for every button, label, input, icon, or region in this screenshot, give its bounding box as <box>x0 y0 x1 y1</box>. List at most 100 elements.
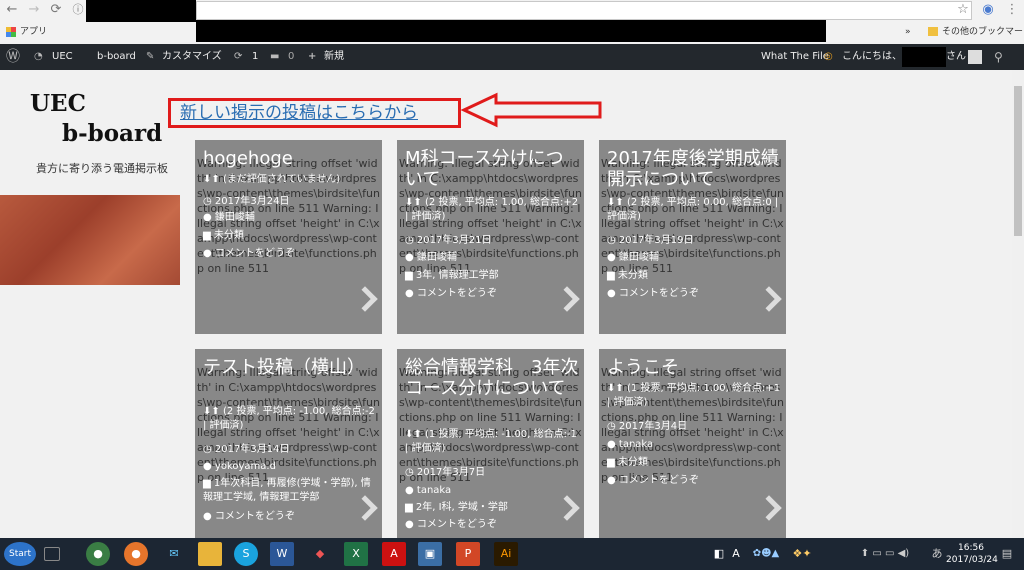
post-card[interactable]: Warning: Illegal string offset 'width' i… <box>599 349 786 538</box>
menu-icon[interactable]: ⋮ <box>1004 2 1020 18</box>
clock-icon: ◷ <box>203 444 215 455</box>
post-card[interactable]: Warning: Illegal string offset 'width' i… <box>195 140 382 334</box>
clock[interactable]: 16:56 2017/03/24 <box>946 542 998 566</box>
admin-site-link[interactable]: UEC <box>52 44 73 70</box>
comments-count: 0 <box>288 51 295 62</box>
comment-icon: ● <box>203 511 215 522</box>
vote-arrows-icon[interactable]: ⬇⬆ <box>203 173 223 187</box>
post-rating: (2 投票, 平均点: 0.00, 総合点:0 | 評価済) <box>607 197 779 222</box>
post-category[interactable]: 3年, 情報理工学部 <box>416 270 499 281</box>
post-author[interactable]: 鎌田峻輔 <box>417 252 457 263</box>
admin-board-link[interactable]: b-board <box>97 44 136 70</box>
post-card[interactable]: Warning: Illegal string offset 'width' i… <box>397 349 584 538</box>
notification-icon[interactable]: ▤ <box>998 542 1016 566</box>
task-view-icon[interactable] <box>44 547 60 561</box>
post-category[interactable]: 未分類 <box>618 270 648 281</box>
excel-icon[interactable]: X <box>344 542 368 566</box>
post-card[interactable]: Warning: Illegal string offset 'width' i… <box>195 349 382 538</box>
scrollbar[interactable] <box>1012 70 1024 538</box>
explorer-icon[interactable] <box>198 542 222 566</box>
firefox-icon[interactable]: ● <box>124 542 148 566</box>
bookmarks-overflow[interactable]: » <box>905 22 911 42</box>
remote-desktop-icon[interactable]: ▣ <box>418 542 442 566</box>
post-category[interactable]: 未分類 <box>618 457 648 468</box>
greeting[interactable]: こんにちは、 <box>842 44 902 70</box>
vote-arrows-icon[interactable]: ⬇⬆ <box>607 382 627 396</box>
post-author[interactable]: yokoyama.d <box>215 461 276 472</box>
folder-icon: ▆ <box>607 270 618 281</box>
powerpoint-icon[interactable]: P <box>456 542 480 566</box>
scrollbar-thumb[interactable] <box>1014 86 1022 236</box>
customize-link[interactable]: カスタマイズ <box>162 44 222 70</box>
illustrator-icon[interactable]: Ai <box>494 542 518 566</box>
post-category[interactable]: 2年, I科, 学域・学部 <box>416 502 508 513</box>
back-icon[interactable]: ← <box>4 2 20 18</box>
post-comment-link[interactable]: コメントをどうぞ <box>417 519 497 530</box>
chrome-icon[interactable]: ● <box>86 542 110 566</box>
taskbar: Start ● ● ✉ S W ◆ X A ▣ P Ai ◧ A ✿☻▲ ❖✦ … <box>0 538 1024 570</box>
post-author[interactable]: 鎌田峻輔 <box>215 212 255 223</box>
what-the-file-link[interactable]: What The File <box>761 44 829 70</box>
post-title[interactable]: ようこそ <box>607 357 782 378</box>
site-logo-line2[interactable]: b-board <box>62 120 162 147</box>
forward-icon[interactable]: → <box>26 2 42 18</box>
apps-bookmark[interactable]: アプリ <box>20 22 47 42</box>
post-card[interactable]: Warning: Illegal string offset 'width' i… <box>397 140 584 334</box>
avatar[interactable] <box>968 50 982 64</box>
post-title[interactable]: テスト投稿（横山） <box>203 357 378 378</box>
tray-icons-group[interactable]: ✿☻▲ <box>746 542 786 566</box>
vote-arrows-icon[interactable]: ⬇⬆ <box>405 428 425 442</box>
brush-icon: ✎ <box>146 51 155 62</box>
extension-icon[interactable]: ◉ <box>980 2 996 18</box>
word-icon[interactable]: W <box>270 542 294 566</box>
tray-icon-1[interactable]: ◧ <box>712 542 726 566</box>
browser-toolbar: ← → ⟳ ⓘ ☆ ◉ ⋮ <box>0 0 1024 22</box>
search-icon[interactable]: ⚲ <box>994 44 1003 70</box>
post-date: 2017年3月14日 <box>214 444 290 455</box>
post-comment-link[interactable]: コメントをどうぞ <box>417 288 497 299</box>
post-title[interactable]: M科コース分けについて <box>405 148 580 190</box>
chevron-right-icon[interactable] <box>352 286 378 312</box>
comments-icon[interactable]: ▬ <box>270 44 279 70</box>
address-bar[interactable] <box>196 1 972 20</box>
reload-icon[interactable]: ⟳ <box>48 2 64 18</box>
language-indicator[interactable]: あ <box>930 542 944 566</box>
tray-icons-group-2[interactable]: ❖✦ <box>790 542 814 566</box>
post-author[interactable]: tanaka <box>619 439 653 450</box>
acrobat-icon[interactable]: A <box>382 542 406 566</box>
comment-icon: ● <box>405 519 417 530</box>
thunderbird-icon[interactable]: ✉ <box>162 542 186 566</box>
post-author[interactable]: 鎌田峻輔 <box>619 252 659 263</box>
post-title[interactable]: 総合情報学科 3年次コース分けについて <box>405 357 580 399</box>
ime-icon[interactable]: A <box>730 542 742 566</box>
vote-arrows-icon[interactable]: ⬇⬆ <box>203 405 223 419</box>
post-category[interactable]: 1年次科目, 再履修(学域・学部), 情報理工学域, 情報理工学部 <box>203 478 371 503</box>
start-button[interactable]: Start <box>4 542 36 566</box>
vote-arrows-icon[interactable]: ⬇⬆ <box>607 196 627 210</box>
skype-icon[interactable]: S <box>234 542 258 566</box>
post-category[interactable]: 未分類 <box>214 230 244 241</box>
apps-icon[interactable] <box>6 27 16 37</box>
new-link[interactable]: 新規 <box>324 44 344 70</box>
bookmark-star-icon[interactable]: ☆ <box>955 2 971 18</box>
post-comment-link[interactable]: コメントをどうぞ <box>215 511 295 522</box>
comment-icon: ● <box>203 248 215 259</box>
chevron-right-icon[interactable] <box>554 495 580 521</box>
post-title[interactable]: hogehoge <box>203 148 378 169</box>
info-icon[interactable]: ⓘ <box>70 2 86 18</box>
post-card[interactable]: Warning: Illegal string offset 'width' i… <box>599 140 786 334</box>
post-author[interactable]: tanaka <box>417 485 451 496</box>
post-comment-link[interactable]: コメントをどうぞ <box>619 475 699 486</box>
vote-arrows-icon[interactable]: ⬇⬆ <box>405 196 425 210</box>
wordpress-icon[interactable]: Ⓦ <box>6 44 20 70</box>
system-tray-icons[interactable]: ⬆ ▭ ▭ ◀) <box>850 542 920 566</box>
chevron-right-icon[interactable] <box>756 495 782 521</box>
comment-icon: ● <box>607 475 619 486</box>
post-title[interactable]: 2017年度後学期成績開示について <box>607 148 782 190</box>
site-logo-line1[interactable]: UEC <box>30 90 86 117</box>
new-post-link[interactable]: 新しい掲示の投稿はこちらから <box>168 98 461 128</box>
updates-icon[interactable]: ⟳ <box>234 44 242 70</box>
sourcetree-icon[interactable]: ◆ <box>308 542 332 566</box>
post-comment-link[interactable]: コメントをどうぞ <box>215 248 295 259</box>
post-comment-link[interactable]: コメントをどうぞ <box>619 288 699 299</box>
